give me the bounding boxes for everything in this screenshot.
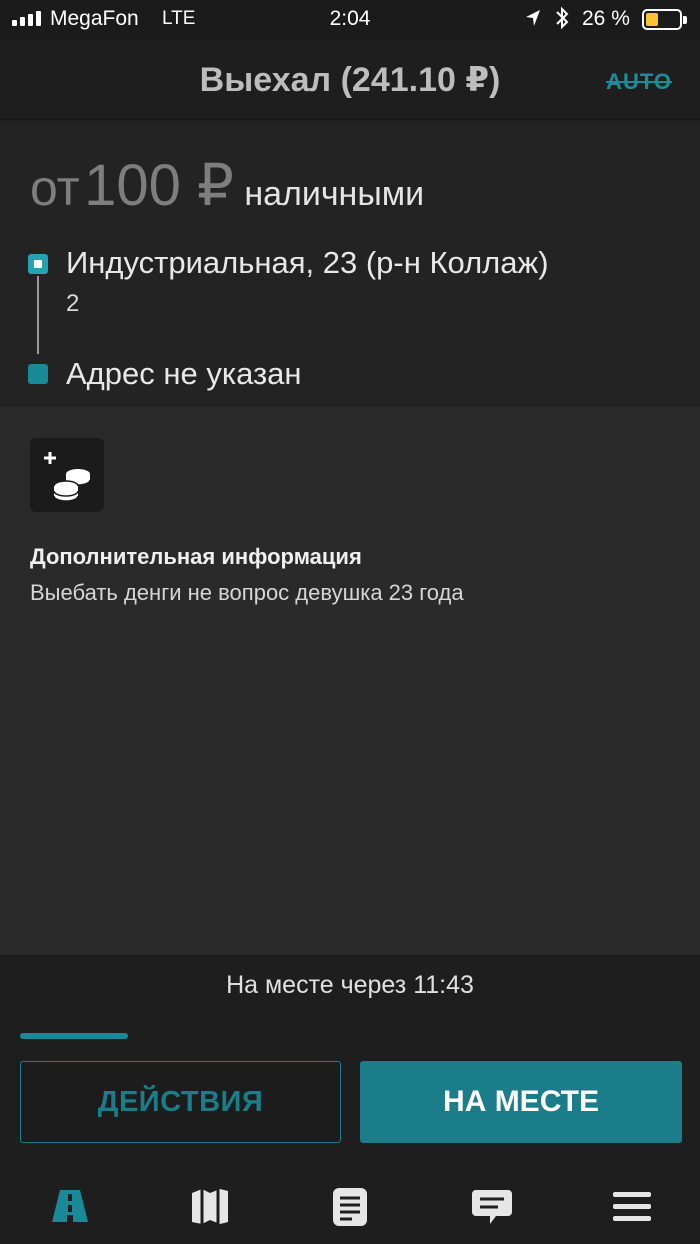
add-coins-button[interactable] (30, 438, 104, 512)
bluetooth-icon (554, 5, 570, 36)
app-screen: MegaFon LTE 2:04 26 % Выехал (241.10 ₽) … (0, 0, 700, 1244)
route-end-marker-icon (28, 364, 48, 384)
bottom-panel: На месте через 11:43 ДЕЙСТВИЯ НА МЕСТЕ (0, 955, 700, 1244)
auto-toggle[interactable]: AUTO (606, 69, 672, 95)
tab-chat[interactable] (470, 1184, 514, 1228)
price-row: от 100 ₽ наличными (30, 151, 424, 219)
page-title: Выехал (241.10 ₽) (199, 61, 501, 99)
route-start-marker-icon (28, 254, 48, 274)
arrived-button-label: НА МЕСТЕ (443, 1085, 599, 1118)
battery-icon (642, 9, 687, 30)
header: Выехал (241.10 ₽) AUTO (0, 40, 700, 120)
arrived-button[interactable]: НА МЕСТЕ (360, 1061, 682, 1143)
details-panel: Дополнительная информация Выебать денги … (0, 407, 700, 955)
price-value: 100 ₽ (84, 153, 234, 218)
tab-road[interactable] (48, 1184, 92, 1228)
price-prefix: от (30, 160, 80, 216)
route-to-address: Адрес не указан (66, 356, 302, 391)
status-bar: MegaFon LTE 2:04 26 % (0, 0, 700, 40)
actions-button-label: ДЕЙСТВИЯ (97, 1086, 264, 1118)
route-from-detail: 2 (66, 290, 80, 317)
payment-method: наличными (244, 175, 425, 213)
route-line (37, 276, 39, 354)
battery-level-fill (646, 13, 658, 26)
info-text: Выебать денги не вопрос девушка 23 года (30, 580, 464, 605)
progress-indicator (20, 1033, 128, 1039)
battery-percent: 26 % (582, 7, 630, 30)
tab-menu[interactable] (610, 1184, 654, 1228)
document-icon (333, 1188, 367, 1226)
tab-document[interactable] (328, 1184, 372, 1228)
info-title: Дополнительная информация (30, 544, 362, 569)
location-arrow-icon (524, 8, 542, 34)
chat-icon (472, 1190, 512, 1224)
map-icon (192, 1189, 228, 1224)
actions-button[interactable]: ДЕЙСТВИЯ (20, 1061, 341, 1143)
tab-bar (0, 1174, 700, 1234)
menu-icon (613, 1192, 651, 1221)
add-coins-icon (44, 452, 91, 502)
eta-text: На месте через 11:43 (226, 971, 474, 999)
road-icon (52, 1190, 88, 1222)
tab-map[interactable] (188, 1184, 232, 1228)
route-from-address: Индустриальная, 23 (р-н Коллаж) (66, 245, 549, 280)
